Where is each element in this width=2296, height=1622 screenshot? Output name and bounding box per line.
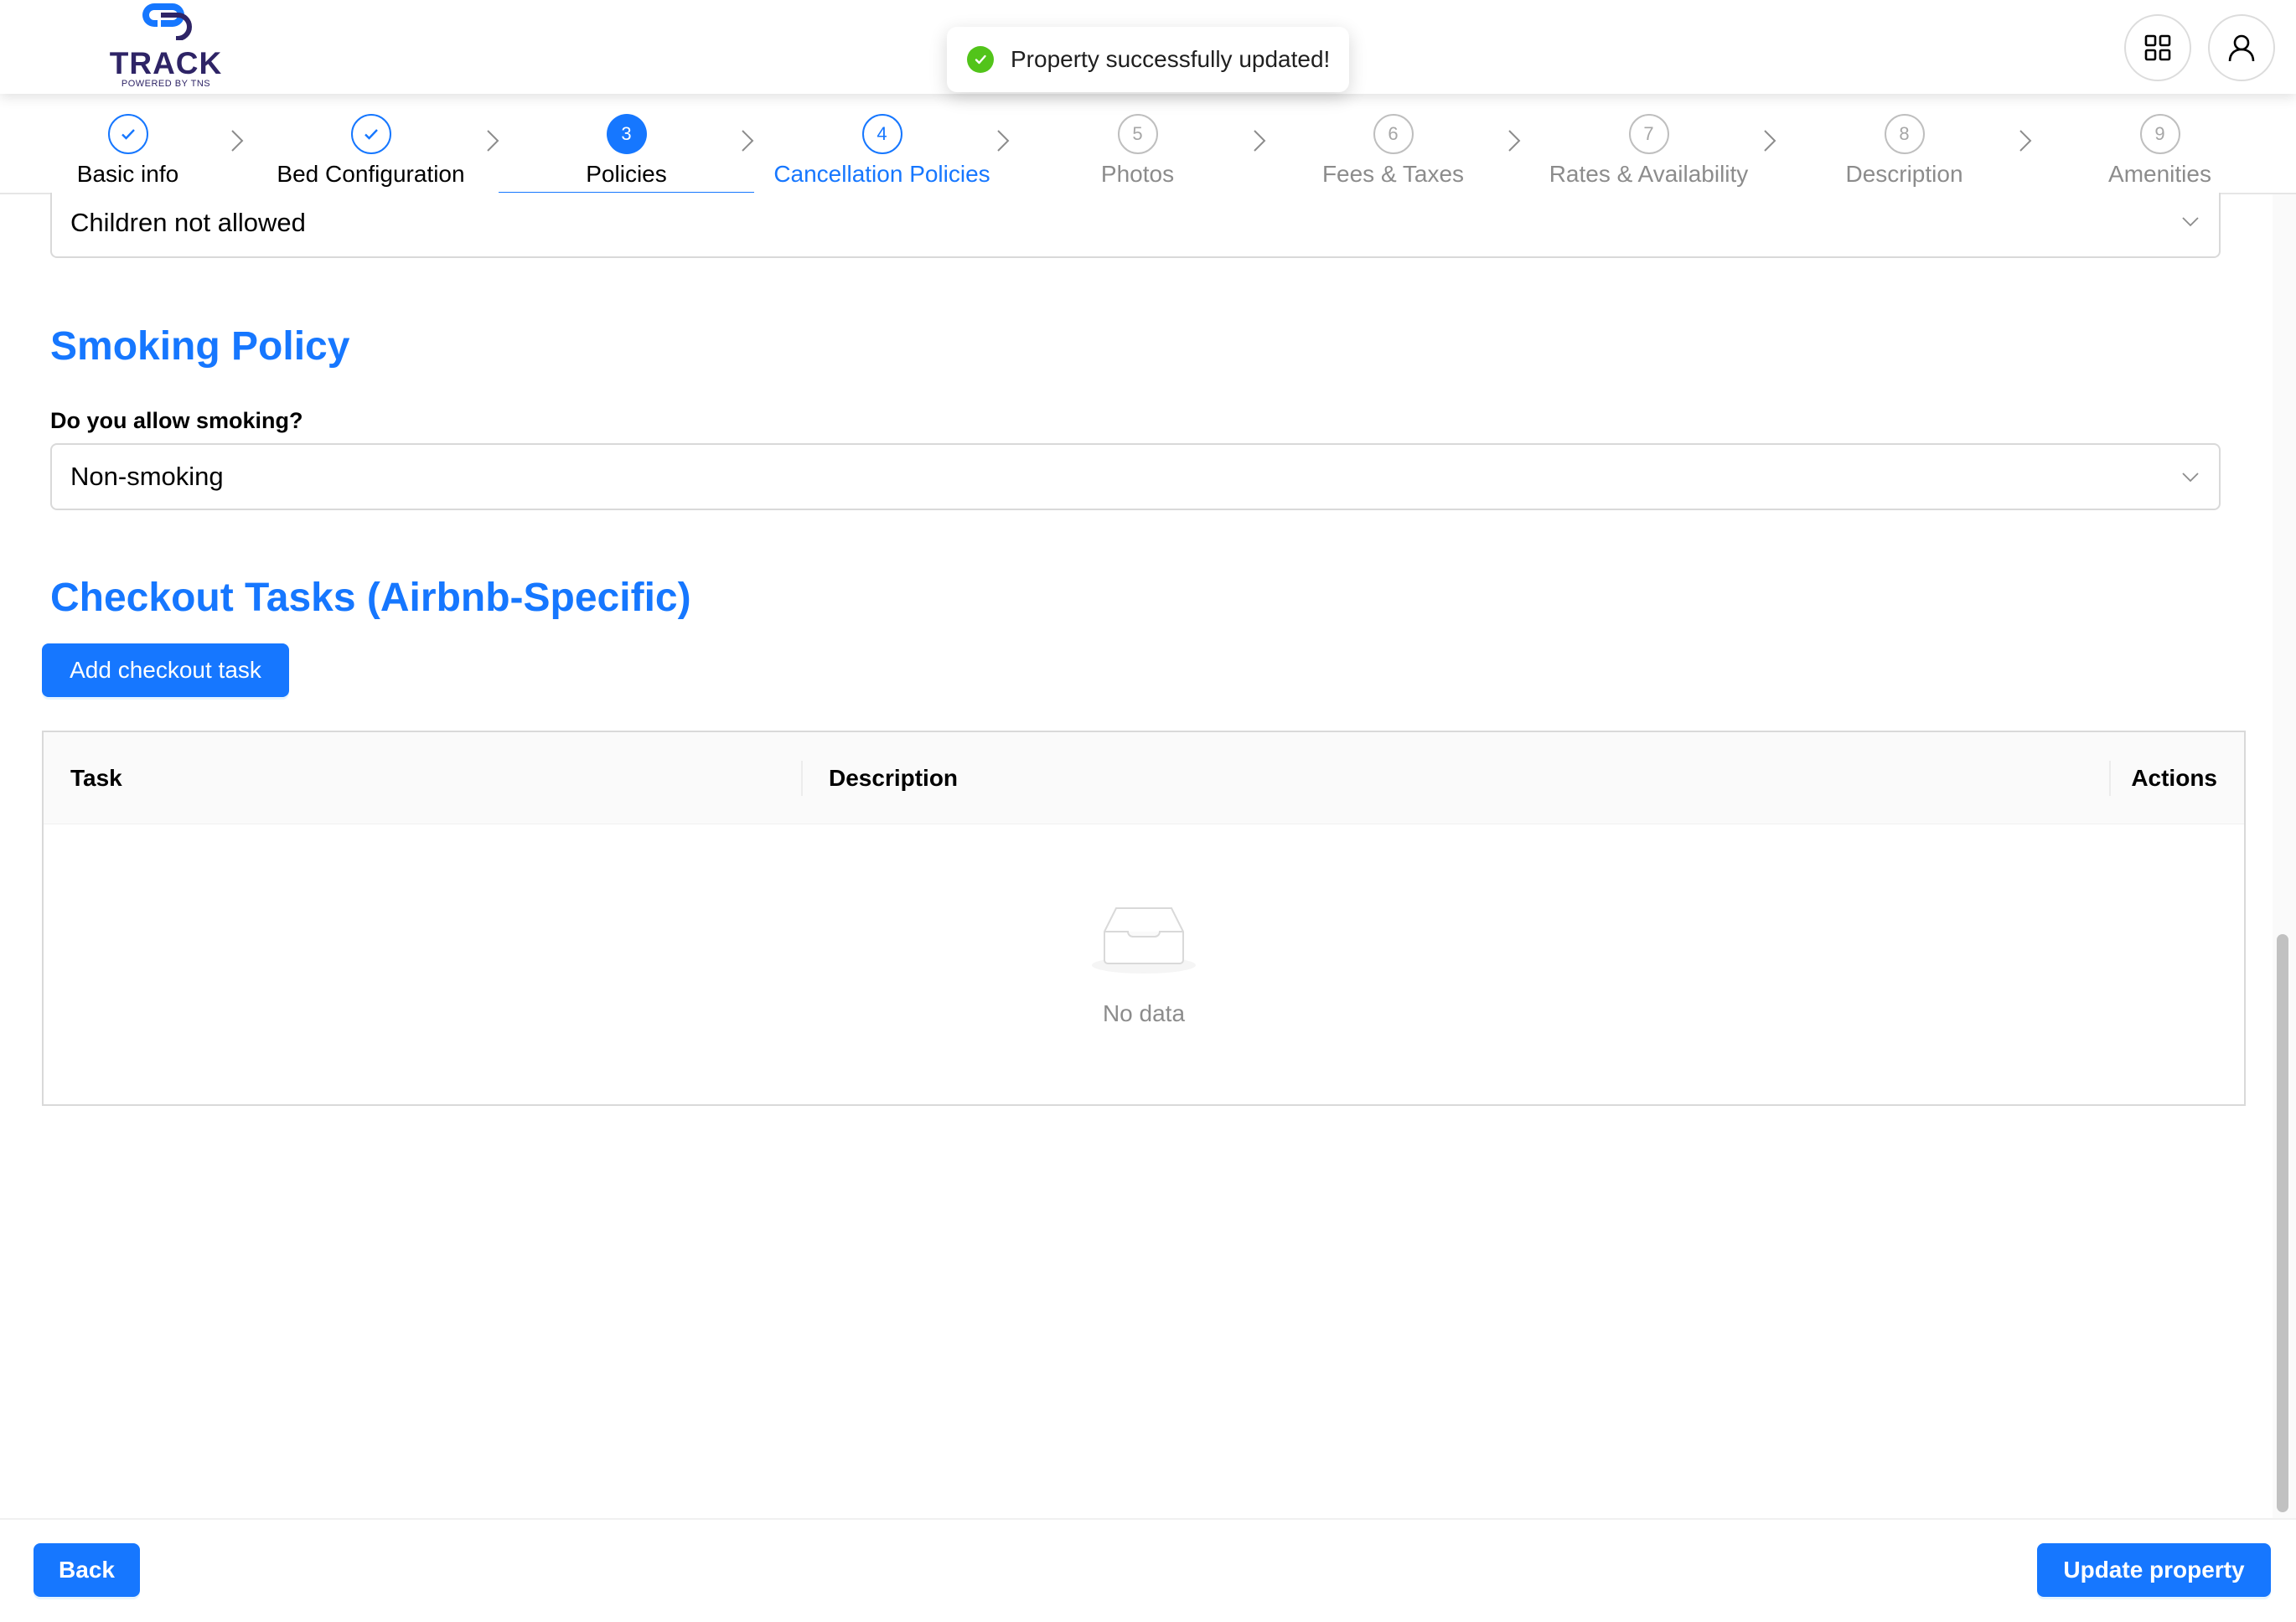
step-number: 6 [1373, 114, 1414, 154]
step-amenities[interactable]: 9 Amenities [2032, 94, 2288, 194]
smoking-select[interactable]: Non-smoking [50, 443, 2221, 510]
step-bed-configuration[interactable]: Bed Configuration [243, 94, 499, 194]
track-logo[interactable]: TRACK POWERED BY TNS [107, 0, 225, 94]
check-circle-icon [967, 46, 994, 73]
step-policies[interactable]: 3 Policies [499, 94, 754, 196]
step-photos[interactable]: 5 Photos [1010, 94, 1265, 194]
success-toast: Property successfully updated! [947, 27, 1349, 92]
step-label: Rates & Availability [1549, 161, 1749, 187]
step-number: 4 [861, 114, 902, 154]
smoking-question-label: Do you allow smoking? [50, 408, 303, 433]
step-cancellation-policies[interactable]: 4 Cancellation Policies [754, 94, 1010, 194]
apps-button[interactable] [2124, 14, 2191, 81]
empty-inbox-icon [1092, 907, 1196, 974]
children-policy-select[interactable]: Children not allowed [50, 193, 2221, 258]
column-header-description: Description [829, 765, 959, 791]
step-number: 5 [1117, 114, 1158, 154]
no-data-text: No data [1102, 1000, 1186, 1026]
column-divider [2109, 761, 2111, 796]
step-number: 8 [1884, 114, 1925, 154]
user-menu-button[interactable] [2208, 14, 2275, 81]
table-header: Task Description Actions [44, 732, 2244, 824]
step-label: Cancellation Policies [773, 161, 990, 187]
step-label: Basic info [76, 161, 179, 187]
back-button[interactable]: Back [34, 1543, 140, 1597]
check-icon [350, 114, 391, 154]
chevron-down-icon [2182, 217, 2199, 227]
step-label: Amenities [2108, 161, 2211, 187]
step-fees-taxes[interactable]: 6 Fees & Taxes [1265, 94, 1521, 194]
step-label: Fees & Taxes [1321, 161, 1465, 187]
table-empty-state: No data [44, 824, 2244, 1106]
step-basic-info[interactable]: Basic info [0, 94, 256, 194]
children-policy-value: Children not allowed [70, 208, 306, 237]
chevron-down-icon [2182, 473, 2199, 483]
step-number: 3 [606, 114, 647, 154]
toast-message: Property successfully updated! [1011, 46, 1331, 72]
logo-mark-icon [142, 3, 192, 40]
step-label: Photos [1100, 161, 1175, 187]
step-rates-availability[interactable]: 7 Rates & Availability [1521, 94, 1776, 194]
step-label: Policies [586, 161, 667, 187]
scrollbar-thumb[interactable] [2277, 934, 2288, 1512]
column-divider [801, 761, 803, 796]
step-label: Bed Configuration [277, 161, 465, 187]
footer-bar [0, 1518, 2296, 1622]
checkout-tasks-table: Task Description Actions No data [42, 731, 2246, 1106]
grid-apps-icon [2144, 34, 2171, 61]
step-number: 7 [1628, 114, 1669, 154]
update-property-button[interactable]: Update property [2037, 1543, 2271, 1597]
property-steps: Basic info Bed Configuration 3 Policies … [0, 94, 2296, 196]
step-label: Description [1845, 161, 1963, 187]
smoking-value: Non-smoking [70, 462, 224, 491]
step-description[interactable]: 8 Description [1776, 94, 2032, 194]
add-checkout-task-button[interactable]: Add checkout task [42, 643, 289, 697]
logo-subtitle: POWERED BY TNS [121, 79, 211, 89]
check-icon [107, 114, 148, 154]
user-icon [2228, 34, 2255, 62]
column-header-actions: Actions [2131, 765, 2217, 791]
column-header-task: Task [70, 765, 122, 791]
smoking-policy-heading: Smoking Policy [50, 324, 350, 369]
logo-text: TRACK [109, 46, 223, 80]
step-number: 9 [2139, 114, 2180, 154]
checkout-tasks-heading: Checkout Tasks (Airbnb-Specific) [50, 576, 691, 620]
